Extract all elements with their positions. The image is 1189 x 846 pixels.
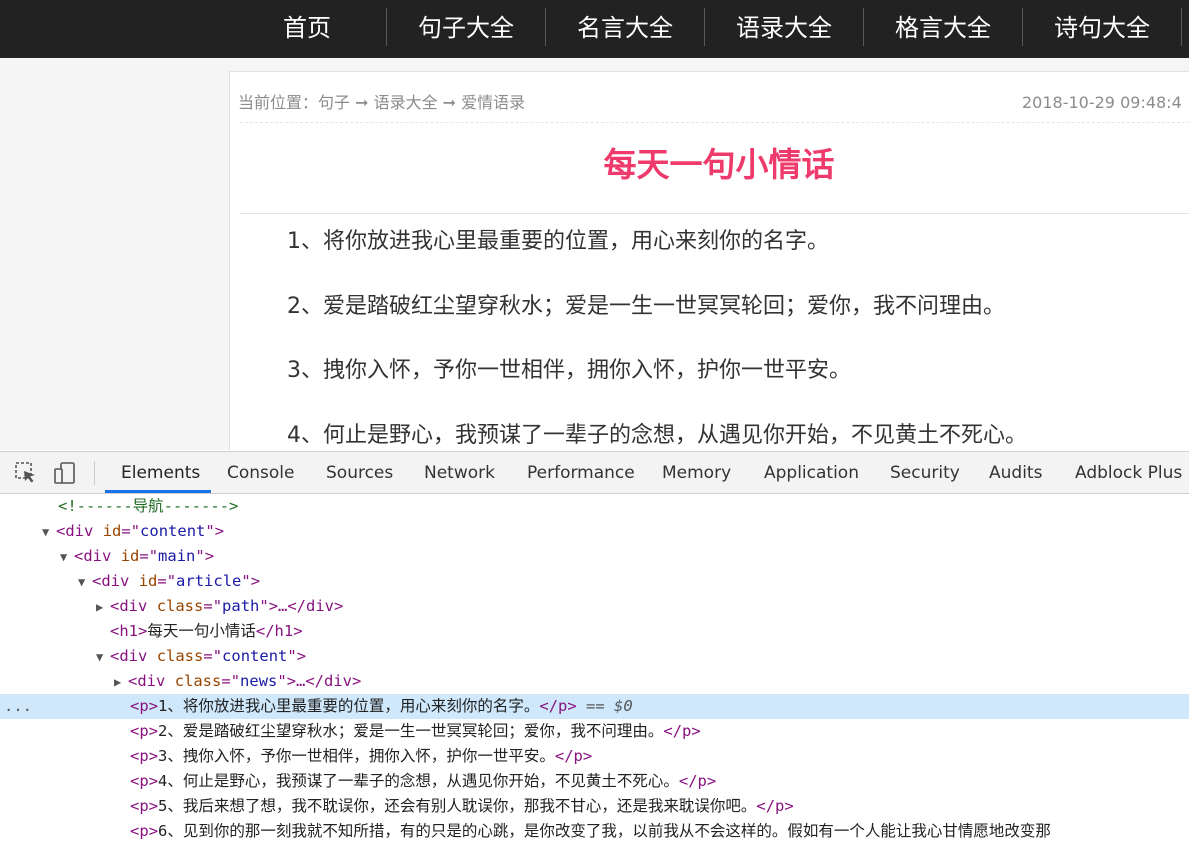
more-options-icon[interactable]: ...: [4, 694, 32, 719]
article: 当前位置：句子 ➞ 语录大全 ➞ 爱情语录 2018-10-29 09:48:4…: [229, 71, 1189, 450]
article-paragraph: 2、爱是踏破红尘望穿秋水；爱是一生一世冥冥轮回；爱你，我不问理由。: [287, 294, 1005, 319]
article-paragraph: 1、将你放进我心里最重要的位置，用心来刻你的名字。: [287, 229, 829, 254]
nav-item-home[interactable]: 首页: [228, 0, 386, 58]
nav-item-quotes[interactable]: 名言大全: [546, 0, 704, 58]
selected-node-marker: == $0: [576, 697, 633, 715]
dom-tree[interactable]: <!------导航-------> ▼ <div id="content"> ▼…: [0, 494, 1189, 846]
dom-node[interactable]: <p>3、拽你入怀，予你一世相伴，拥你入怀，护你一世平安。</p>: [0, 744, 1189, 769]
active-tab-indicator: [105, 490, 211, 493]
nav-item-sentences[interactable]: 句子大全: [387, 0, 545, 58]
dom-node[interactable]: <p>2、爱是踏破红尘望穿秋水；爱是一生一世冥冥轮回；爱你，我不问理由。</p>: [0, 719, 1189, 744]
tab-console[interactable]: Console: [227, 452, 295, 493]
divider: [240, 213, 1189, 214]
page-body: 当前位置：句子 ➞ 语录大全 ➞ 爱情语录 2018-10-29 09:48:4…: [0, 58, 1189, 450]
tab-memory[interactable]: Memory: [662, 452, 731, 493]
expand-triangle-icon[interactable]: ▼: [42, 520, 56, 545]
tab-application[interactable]: Application: [764, 452, 859, 493]
devtools-panel: Elements Console Sources Network Perform…: [0, 451, 1189, 846]
dom-node[interactable]: ▼ <div id="content">: [0, 519, 1189, 544]
dom-node[interactable]: ▼ <div id="main">: [0, 544, 1189, 569]
dom-node[interactable]: ▶ <div class="path">…</div>: [0, 594, 1189, 619]
expand-triangle-icon[interactable]: ▶: [114, 670, 128, 695]
tab-elements[interactable]: Elements: [121, 452, 200, 493]
article-paragraph: 3、拽你入怀，予你一世相伴，拥你入怀，护你一世平安。: [287, 358, 851, 383]
devtools-toolbar: Elements Console Sources Network Perform…: [0, 452, 1189, 494]
top-nav: 首页 句子大全 名言大全 语录大全 格言大全 诗句大全: [0, 0, 1189, 58]
breadcrumb[interactable]: 当前位置：句子 ➞ 语录大全 ➞ 爱情语录: [238, 88, 525, 118]
device-toggle-icon[interactable]: [53, 461, 77, 485]
expand-triangle-icon[interactable]: ▼: [78, 570, 92, 595]
tab-audits[interactable]: Audits: [989, 452, 1042, 493]
page-title: 每天一句小情话: [603, 145, 835, 184]
tab-adblock-plus[interactable]: Adblock Plus: [1075, 452, 1182, 493]
publish-date: 2018-10-29 09:48:4: [1022, 93, 1182, 112]
dom-node-selected[interactable]: ... <p>1、将你放进我心里最重要的位置，用心来刻你的名字。</p> == …: [0, 694, 1189, 719]
dom-node[interactable]: <p>5、我后来想了想，我不耽误你，还会有别人耽误你，那我不甘心，还是我来耽误你…: [0, 794, 1189, 819]
tab-sources[interactable]: Sources: [326, 452, 393, 493]
nav-separator: [1181, 8, 1182, 46]
expand-triangle-icon[interactable]: ▶: [96, 595, 110, 620]
cursor-select-icon[interactable]: [14, 461, 38, 485]
nav-item-poems[interactable]: 诗句大全: [1023, 0, 1181, 58]
dom-comment: <!------导航------->: [58, 497, 239, 515]
dom-node[interactable]: ▼ <div id="article">: [0, 569, 1189, 594]
dom-node[interactable]: <p>4、何止是野心，我预谋了一辈子的念想，从遇见你开始，不见黄土不死心。</p…: [0, 769, 1189, 794]
toolbar-separator: [94, 461, 95, 485]
dom-node[interactable]: <h1>每天一句小情话</h1>: [0, 619, 1189, 644]
tab-security[interactable]: Security: [890, 452, 960, 493]
dom-node[interactable]: <!------导航------->: [0, 494, 1189, 519]
tab-network[interactable]: Network: [424, 452, 495, 493]
nav-item-maxims[interactable]: 格言大全: [864, 0, 1022, 58]
nav-item-sayings[interactable]: 语录大全: [705, 0, 863, 58]
dom-node[interactable]: ▼ <div class="content">: [0, 644, 1189, 669]
article-paragraph: 4、何止是野心，我预谋了一辈子的念想，从遇见你开始，不见黄土不死心。: [287, 423, 1027, 448]
dom-node[interactable]: <p>6、见到你的那一刻我就不知所措，有的只是的心跳，是你改变了我，以前我从不会…: [0, 819, 1189, 844]
dom-node[interactable]: ▶ <div class="news">…</div>: [0, 669, 1189, 694]
tab-performance[interactable]: Performance: [527, 452, 635, 493]
divider: [240, 122, 1189, 123]
expand-triangle-icon[interactable]: ▼: [96, 645, 110, 670]
expand-triangle-icon[interactable]: ▼: [60, 545, 74, 570]
